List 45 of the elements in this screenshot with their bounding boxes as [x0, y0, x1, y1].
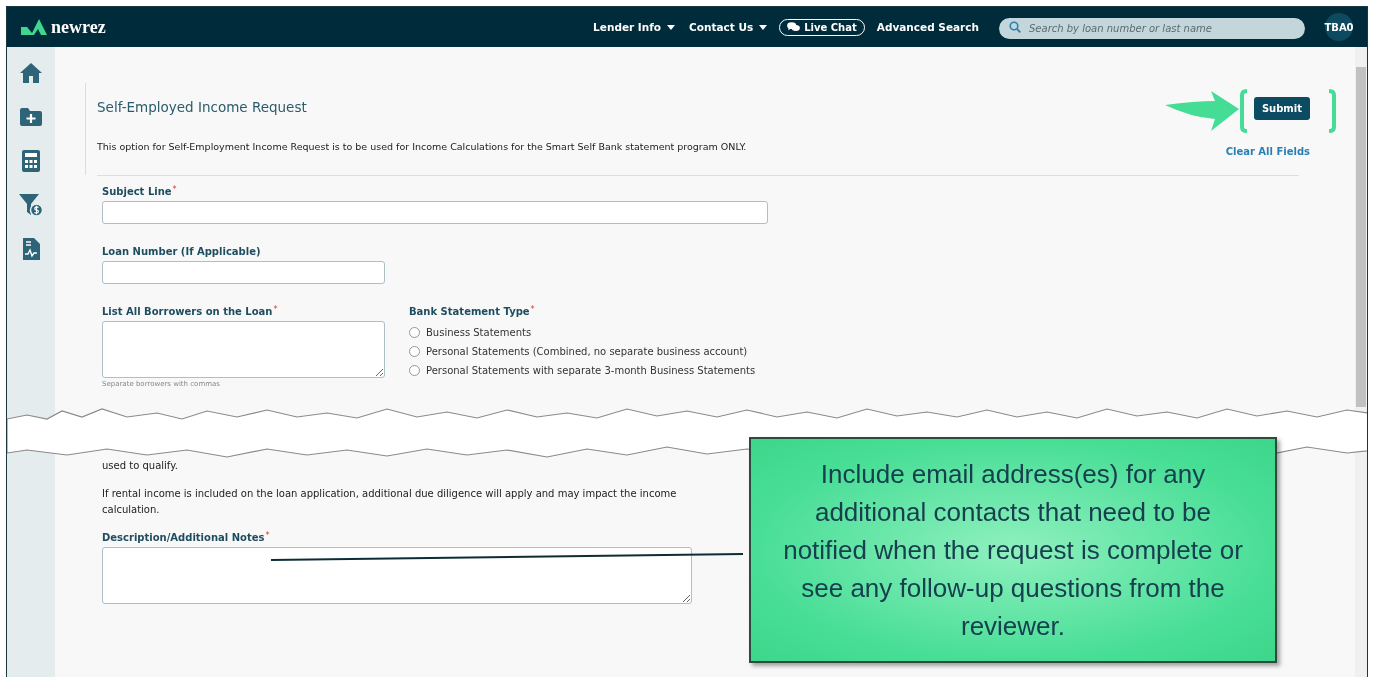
caret-icon — [667, 24, 675, 30]
nav-menu[interactable]: Lender Info — [591, 21, 677, 33]
field-label: List All Borrowers on the Loan — [102, 306, 273, 317]
chat-icon — [787, 22, 801, 32]
submit-button[interactable]: Submit — [1253, 97, 1310, 120]
radio-label[interactable]: Personal Statements with separate 3-month Business Statements — [426, 364, 756, 376]
description-textarea[interactable] — [102, 547, 692, 604]
logo-text: newrez — [51, 16, 106, 38]
filter-dollar-icon[interactable] — [19, 193, 43, 217]
body-text: used to qualify. — [102, 459, 178, 473]
calculator-icon[interactable] — [19, 149, 43, 173]
radio-button[interactable] — [409, 345, 420, 357]
bracket-icon — [1327, 89, 1337, 133]
required-mark: * — [273, 306, 278, 314]
callout-note: Include email address(es) for any additional contacts that need to be notified when the request is complete or see any follow-up questions from the reviewer. — [749, 437, 1277, 663]
rental-note: If rental income is included on the loan application, additional due diligence will apply and may impact the income calculation. — [102, 487, 678, 517]
scrollbar[interactable] — [1355, 47, 1367, 677]
field-label: Bank Statement Type — [409, 306, 530, 317]
nav-link[interactable]: Advanced Search — [874, 21, 981, 33]
bracket-icon — [1239, 89, 1249, 133]
search-field[interactable]: Search by loan number or last name — [999, 17, 1305, 39]
home-icon[interactable] — [19, 61, 43, 85]
required-mark: * — [172, 186, 177, 194]
field-label: Loan Number (If Applicable) — [102, 246, 261, 257]
folder-plus-icon[interactable] — [19, 105, 43, 129]
required-mark: * — [530, 306, 535, 314]
loan-number-input[interactable] — [102, 261, 385, 284]
field-label: Description/Additional Notes — [102, 532, 265, 543]
clear-all-link[interactable]: Clear All Fields — [1225, 146, 1310, 157]
subject-input[interactable] — [102, 201, 768, 224]
arrow-icon — [1165, 91, 1240, 131]
radio-button[interactable] — [409, 326, 420, 338]
caret-icon — [759, 24, 768, 30]
intro-text: This option for Self-Employment Income Request is to be used for Income Calculations for the Smart Self Bank statement program ONLY. — [97, 141, 748, 152]
user-avatar[interactable]: TBA0 — [1325, 13, 1353, 41]
required-mark: * — [265, 532, 270, 540]
radio-label[interactable]: Business Statements — [426, 326, 532, 338]
search-icon — [1009, 21, 1021, 33]
field-label: Subject Line — [102, 186, 172, 197]
borrowers-textarea[interactable] — [102, 321, 385, 378]
radio-button[interactable] — [409, 364, 420, 376]
radio-label[interactable]: Personal Statements (Combined, no separate business account) — [426, 345, 748, 357]
form-title: Self-Employed Income Request — [97, 99, 308, 115]
logo-icon — [21, 19, 47, 35]
nav-menu[interactable]: Contact Us — [687, 21, 770, 33]
